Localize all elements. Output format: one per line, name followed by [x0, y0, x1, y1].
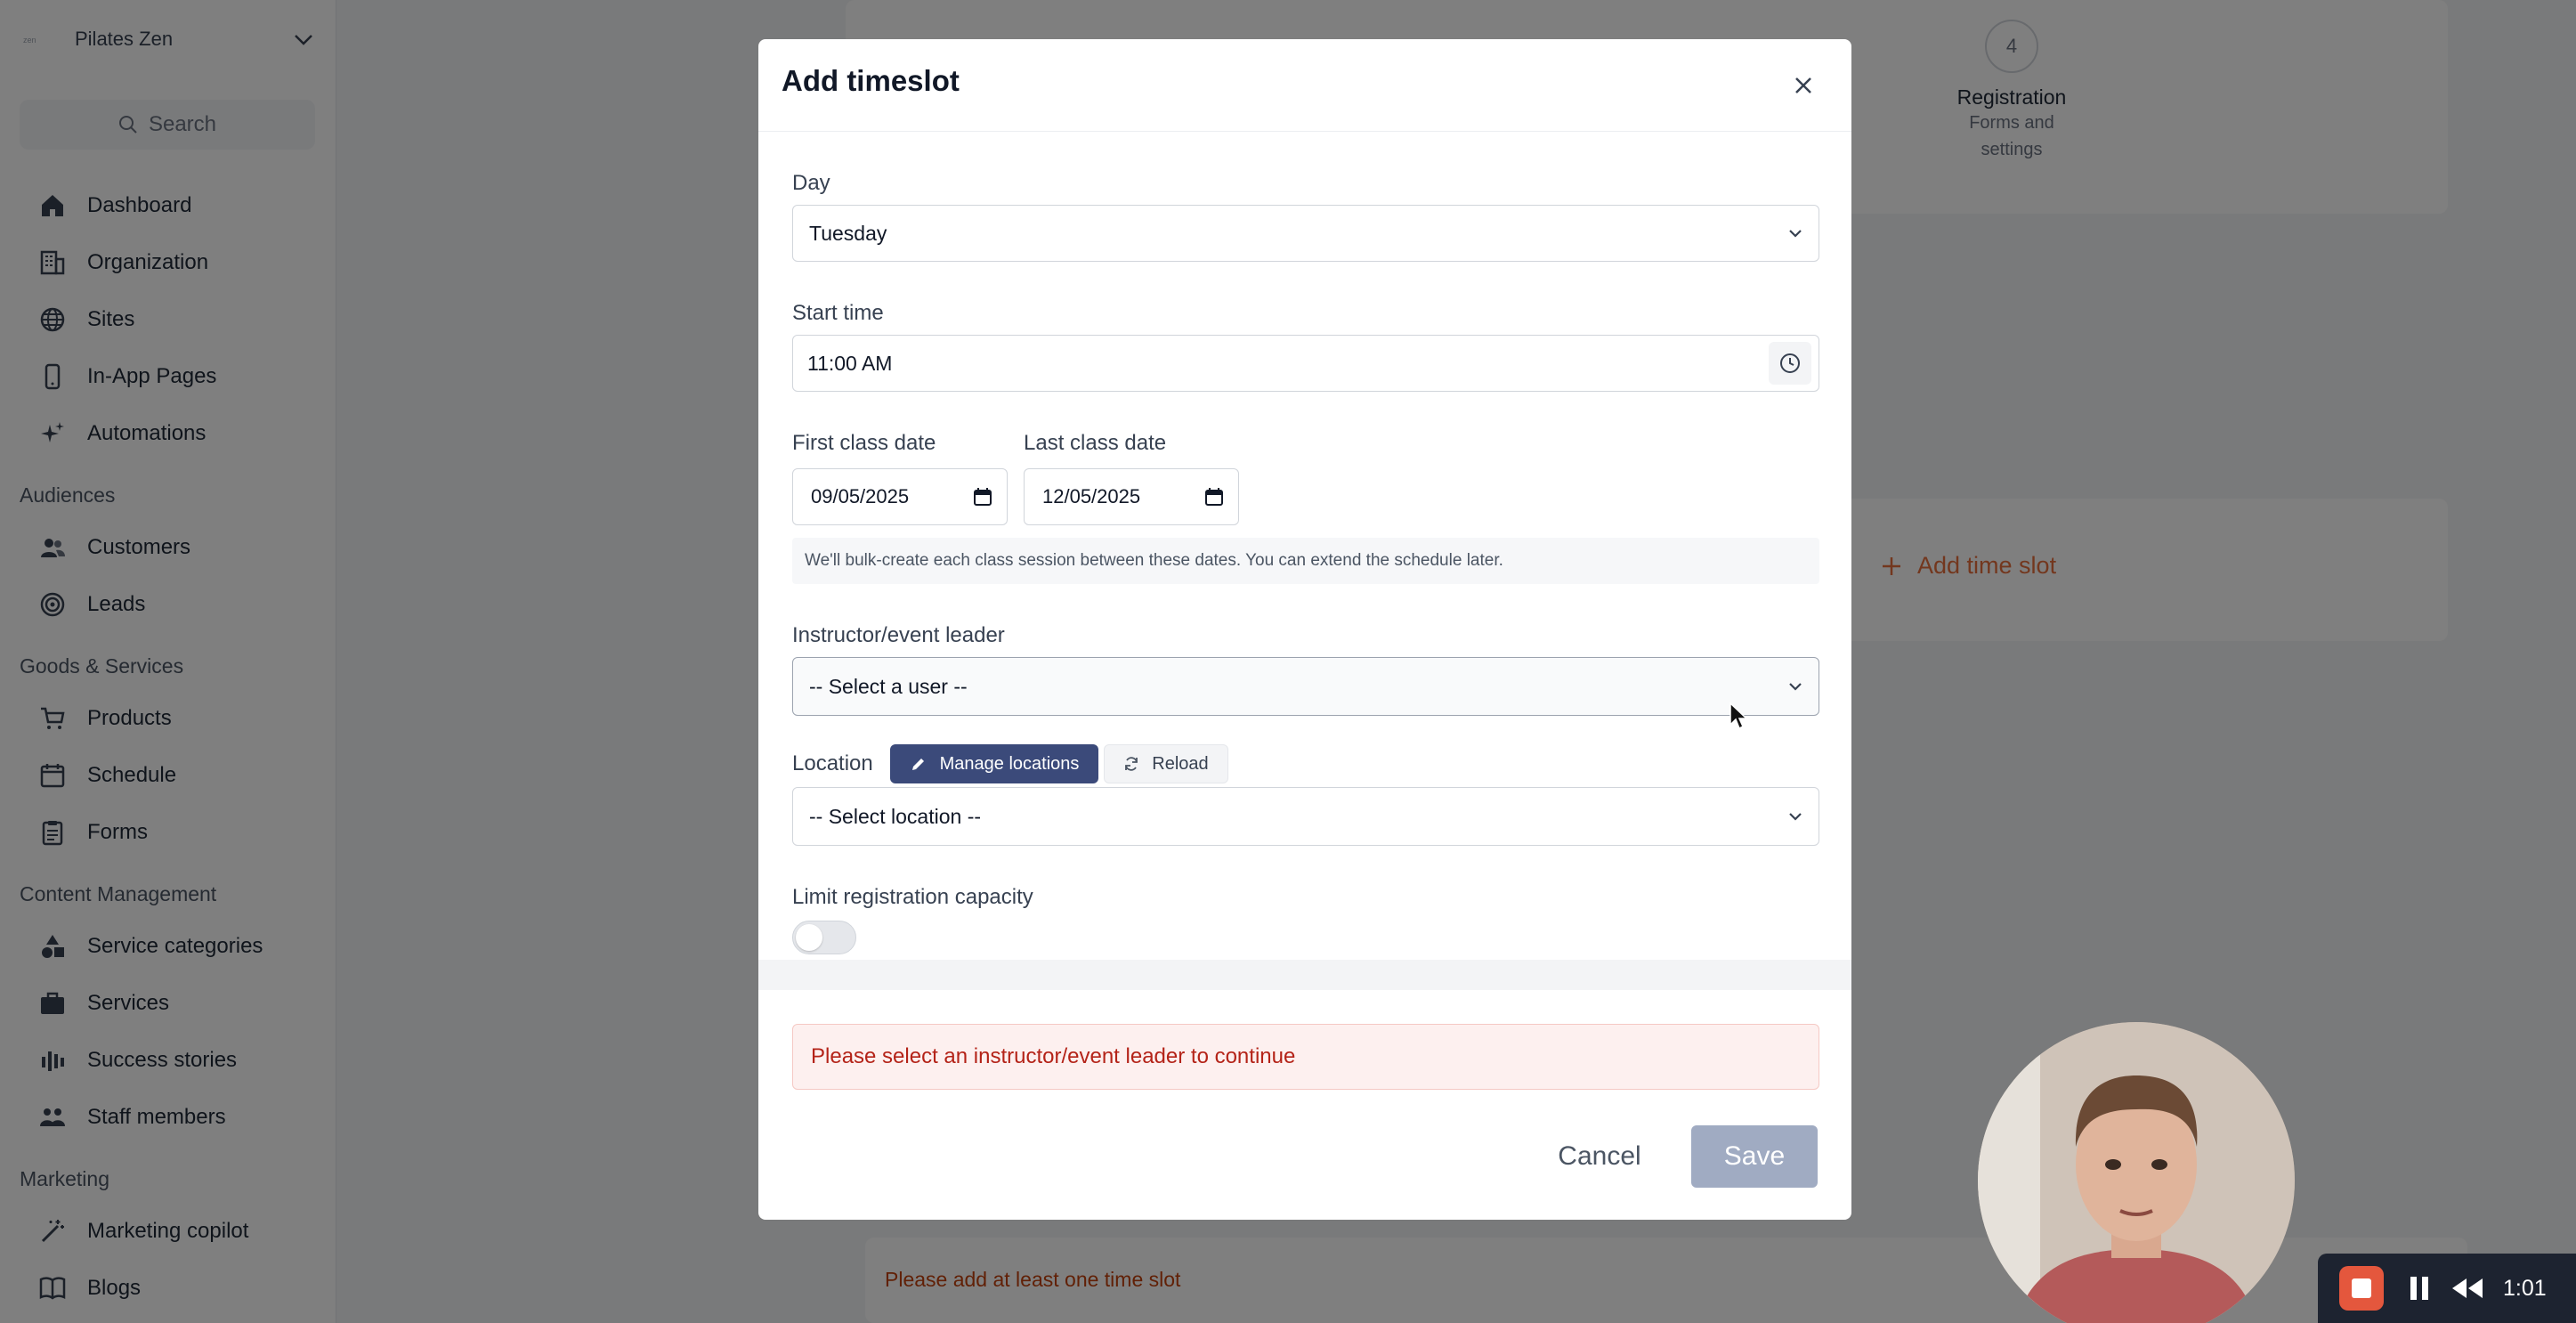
start-time-value: 11:00 AM [807, 351, 893, 375]
toggle-knob [796, 924, 822, 951]
capacity-toggle[interactable] [792, 921, 856, 954]
first-class-date-value: 09/05/2025 [811, 485, 910, 507]
instructor-error-text: Please select an instructor/event leader… [811, 1044, 1296, 1068]
webcam-feed [1978, 1022, 2295, 1323]
instructor-select[interactable]: -- Select a user -- [792, 657, 1819, 716]
chevron-down-icon [1778, 799, 1813, 834]
location-select[interactable]: -- Select location -- [792, 787, 1819, 846]
calendar-icon[interactable] [969, 479, 996, 515]
last-class-date-input[interactable]: 12/05/2025 [1024, 468, 1239, 525]
cancel-button[interactable]: Cancel [1533, 1125, 1666, 1188]
clock-icon[interactable] [1769, 342, 1811, 385]
pencil-icon [911, 759, 924, 770]
calendar-icon[interactable] [1201, 479, 1227, 515]
date-help-text: We'll bulk-create each class session bet… [792, 538, 1819, 584]
add-timeslot-modal: Add timeslot Day Tuesday Start time 11:0… [758, 39, 1851, 1220]
capacity-label: Limit registration capacity [792, 885, 1033, 909]
day-label: Day [792, 171, 830, 195]
start-time-label: Start time [792, 301, 884, 325]
day-value: Tuesday [809, 221, 887, 245]
modal-header: Add timeslot [758, 39, 1851, 132]
refresh-icon [1125, 757, 1138, 771]
modal-divider [758, 960, 1851, 990]
close-button[interactable] [1784, 66, 1823, 105]
instructor-error-alert: Please select an instructor/event leader… [792, 1024, 1819, 1090]
recording-timer: 1:01 [2503, 1275, 2547, 1301]
stop-record-button[interactable] [2339, 1266, 2384, 1311]
rewind-icon [2452, 1278, 2483, 1298]
first-class-date-label: First class date [792, 431, 936, 455]
close-icon [1795, 77, 1811, 93]
mouse-cursor-icon [1729, 702, 1748, 730]
last-class-date-value: 12/05/2025 [1042, 485, 1141, 507]
instructor-label: Instructor/event leader [792, 623, 1005, 647]
save-button[interactable]: Save [1691, 1125, 1818, 1188]
stop-icon [2352, 1278, 2371, 1298]
modal-title: Add timeslot [782, 64, 960, 97]
day-select[interactable]: Tuesday [792, 205, 1819, 262]
location-label: Location [792, 751, 873, 775]
reload-label: Reload [1152, 753, 1209, 774]
first-class-date-input[interactable]: 09/05/2025 [792, 468, 1008, 525]
instructor-value: -- Select a user -- [809, 674, 968, 698]
screen-recorder-controls: 1:01 [2318, 1254, 2576, 1323]
chevron-down-icon [1778, 215, 1813, 251]
pause-button[interactable] [2402, 1270, 2437, 1306]
chevron-down-icon [1778, 669, 1813, 704]
manage-locations-button[interactable]: Manage locations [890, 744, 1098, 783]
rewind-button[interactable] [2448, 1270, 2487, 1306]
reload-button[interactable]: Reload [1104, 744, 1228, 783]
last-class-date-label: Last class date [1024, 431, 1167, 455]
start-time-input[interactable]: 11:00 AM [792, 335, 1819, 392]
presenter-avatar [1978, 1022, 2295, 1323]
pause-icon [2410, 1277, 2428, 1300]
location-value: -- Select location -- [809, 804, 982, 828]
manage-locations-label: Manage locations [939, 753, 1080, 774]
